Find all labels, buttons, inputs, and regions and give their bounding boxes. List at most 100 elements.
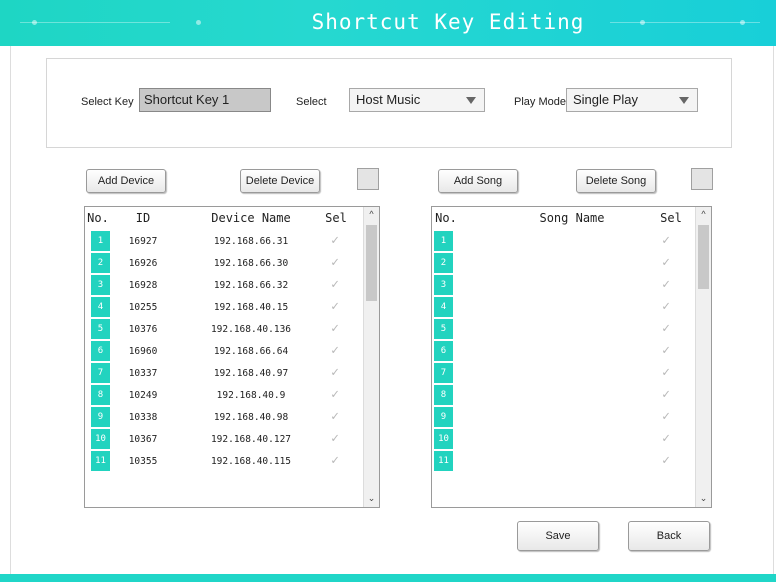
scroll-down-icon[interactable]: ⌄ bbox=[364, 491, 379, 505]
table-row[interactable]: 1 16927 192.168.66.31 ✓ bbox=[85, 231, 363, 252]
check-icon[interactable]: ✓ bbox=[327, 365, 343, 381]
table-row[interactable]: 10 ✓ bbox=[432, 429, 695, 450]
check-icon[interactable]: ✓ bbox=[327, 277, 343, 293]
check-icon[interactable]: ✓ bbox=[658, 255, 674, 271]
delete-song-button[interactable]: Delete Song bbox=[576, 169, 656, 193]
check-icon[interactable]: ✓ bbox=[327, 343, 343, 359]
check-icon[interactable]: ✓ bbox=[658, 299, 674, 315]
check-icon[interactable]: ✓ bbox=[327, 431, 343, 447]
row-number: 9 bbox=[434, 407, 453, 427]
device-name: 192.168.40.97 bbox=[213, 368, 289, 379]
device-name: 192.168.40.9 bbox=[216, 390, 286, 401]
song-select-all-checkbox[interactable] bbox=[691, 168, 713, 190]
song-table-scrollbar[interactable]: ^ ⌄ bbox=[695, 207, 711, 507]
row-number: 8 bbox=[434, 385, 453, 405]
table-row[interactable]: 4 ✓ bbox=[432, 297, 695, 318]
check-icon[interactable]: ✓ bbox=[658, 277, 674, 293]
check-icon[interactable]: ✓ bbox=[327, 255, 343, 271]
column-header-no: No. bbox=[435, 211, 457, 225]
device-name: 192.168.66.30 bbox=[213, 258, 289, 269]
scroll-down-icon[interactable]: ⌄ bbox=[696, 491, 711, 505]
check-icon[interactable]: ✓ bbox=[658, 365, 674, 381]
row-number: 1 bbox=[434, 231, 453, 251]
add-device-button[interactable]: Add Device bbox=[86, 169, 166, 193]
row-number: 4 bbox=[434, 297, 453, 317]
table-row[interactable]: 6 16960 192.168.66.64 ✓ bbox=[85, 341, 363, 362]
delete-device-button[interactable]: Delete Device bbox=[240, 169, 320, 193]
table-row[interactable]: 10 10367 192.168.40.127 ✓ bbox=[85, 429, 363, 450]
column-header-song-name: Song Name bbox=[539, 211, 605, 225]
device-table-scrollbar[interactable]: ^ ⌄ bbox=[363, 207, 379, 507]
column-header-id: ID bbox=[135, 211, 151, 225]
scroll-up-icon[interactable]: ^ bbox=[364, 207, 379, 221]
check-icon[interactable]: ✓ bbox=[658, 387, 674, 403]
select-source-label: Select bbox=[296, 96, 327, 108]
table-row[interactable]: 7 ✓ bbox=[432, 363, 695, 384]
row-number: 11 bbox=[91, 451, 110, 471]
table-row[interactable]: 5 ✓ bbox=[432, 319, 695, 340]
check-icon[interactable]: ✓ bbox=[327, 299, 343, 315]
chevron-down-icon[interactable] bbox=[679, 97, 689, 104]
table-row[interactable]: 7 10337 192.168.40.97 ✓ bbox=[85, 363, 363, 384]
check-icon[interactable]: ✓ bbox=[658, 321, 674, 337]
play-mode-dropdown[interactable]: Single Play bbox=[566, 88, 698, 112]
device-name: 192.168.66.32 bbox=[213, 280, 289, 291]
table-row[interactable]: 11 ✓ bbox=[432, 451, 695, 472]
select-key-field[interactable]: Shortcut Key 1 bbox=[139, 88, 271, 112]
table-row[interactable]: 3 16928 192.168.66.32 ✓ bbox=[85, 275, 363, 296]
check-icon[interactable]: ✓ bbox=[658, 453, 674, 469]
row-number: 7 bbox=[434, 363, 453, 383]
check-icon[interactable]: ✓ bbox=[327, 233, 343, 249]
device-id: 16927 bbox=[128, 236, 158, 247]
page-title: Shortcut Key Editing bbox=[311, 10, 585, 34]
check-icon[interactable]: ✓ bbox=[658, 343, 674, 359]
scrollbar-thumb[interactable] bbox=[698, 225, 709, 289]
back-button[interactable]: Back bbox=[628, 521, 710, 551]
check-icon[interactable]: ✓ bbox=[327, 321, 343, 337]
table-row[interactable]: 2 ✓ bbox=[432, 253, 695, 274]
select-source-dropdown[interactable]: Host Music bbox=[349, 88, 485, 112]
check-icon[interactable]: ✓ bbox=[327, 387, 343, 403]
row-number: 3 bbox=[434, 275, 453, 295]
row-number: 5 bbox=[91, 319, 110, 339]
column-header-sel: Sel bbox=[325, 211, 347, 225]
row-number: 5 bbox=[434, 319, 453, 339]
check-icon[interactable]: ✓ bbox=[327, 409, 343, 425]
device-id: 10249 bbox=[128, 390, 158, 401]
device-name: 192.168.40.127 bbox=[210, 434, 292, 445]
title-bar: Shortcut Key Editing bbox=[0, 0, 776, 46]
device-id: 10337 bbox=[128, 368, 158, 379]
device-id: 10355 bbox=[128, 456, 158, 467]
table-row[interactable]: 4 10255 192.168.40.15 ✓ bbox=[85, 297, 363, 318]
chevron-down-icon[interactable] bbox=[466, 97, 476, 104]
table-row[interactable]: 11 10355 192.168.40.115 ✓ bbox=[85, 451, 363, 472]
row-number: 2 bbox=[434, 253, 453, 273]
row-number: 2 bbox=[91, 253, 110, 273]
table-row[interactable]: 5 10376 192.168.40.136 ✓ bbox=[85, 319, 363, 340]
device-id: 16928 bbox=[128, 280, 158, 291]
select-key-label: Select Key bbox=[81, 96, 134, 108]
scroll-up-icon[interactable]: ^ bbox=[696, 207, 711, 221]
song-table: No. Song Name Sel 1 ✓ 2 ✓ 3 ✓ 4 ✓ 5 ✓ 6 ✓ 7 ✓ 8 ✓ 9 ✓ 10 ✓ 1… bbox=[431, 206, 712, 508]
table-row[interactable]: 6 ✓ bbox=[432, 341, 695, 362]
table-row[interactable]: 8 10249 192.168.40.9 ✓ bbox=[85, 385, 363, 406]
table-row[interactable]: 9 ✓ bbox=[432, 407, 695, 428]
device-select-all-checkbox[interactable] bbox=[357, 168, 379, 190]
column-header-sel: Sel bbox=[660, 211, 682, 225]
add-song-button[interactable]: Add Song bbox=[438, 169, 518, 193]
table-row[interactable]: 1 ✓ bbox=[432, 231, 695, 252]
check-icon[interactable]: ✓ bbox=[658, 233, 674, 249]
table-row[interactable]: 8 ✓ bbox=[432, 385, 695, 406]
scrollbar-thumb[interactable] bbox=[366, 225, 377, 301]
check-icon[interactable]: ✓ bbox=[658, 431, 674, 447]
check-icon[interactable]: ✓ bbox=[327, 453, 343, 469]
table-row[interactable]: 3 ✓ bbox=[432, 275, 695, 296]
row-number: 6 bbox=[91, 341, 110, 361]
table-row[interactable]: 2 16926 192.168.66.30 ✓ bbox=[85, 253, 363, 274]
check-icon[interactable]: ✓ bbox=[658, 409, 674, 425]
save-button[interactable]: Save bbox=[517, 521, 599, 551]
device-id: 10255 bbox=[128, 302, 158, 313]
table-row[interactable]: 9 10338 192.168.40.98 ✓ bbox=[85, 407, 363, 428]
song-table-header: No. Song Name Sel bbox=[432, 207, 695, 229]
device-name: 192.168.40.136 bbox=[210, 324, 292, 335]
